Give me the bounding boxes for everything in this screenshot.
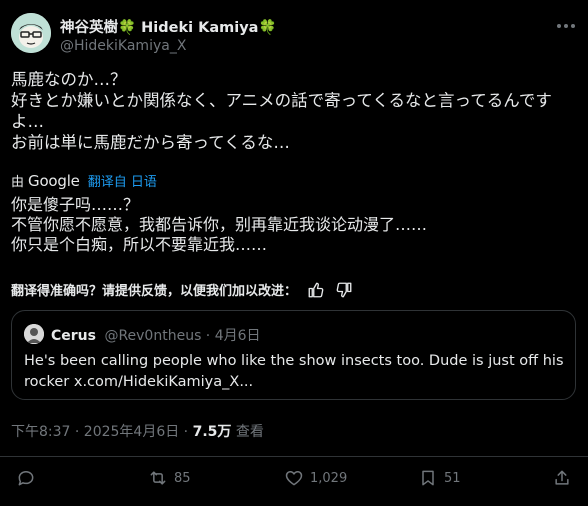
translation-line: 不管你愿不愿意，我都告诉你，别再靠近我谈论动漫了…… xyxy=(11,215,428,234)
post-timestamp[interactable]: 下午8:37 · 2025年4月6日 · xyxy=(11,424,193,440)
repost-count: 85 xyxy=(174,470,191,486)
post-detail: 神谷英樹🍀 Hideki Kamiya🍀 @HidekiKamiya_X 馬鹿な… xyxy=(0,0,588,506)
action-bar: 85 1,029 51 xyxy=(0,466,588,496)
quote-text-line: rocker x.com/HidekiKamiya_X... xyxy=(24,374,254,390)
thumbs-up-icon[interactable] xyxy=(307,281,325,299)
more-options-icon[interactable] xyxy=(554,18,578,34)
feedback-text: 翻译得准确吗？请提供反馈，以便我们加以改进： xyxy=(11,284,298,299)
translated-from-link[interactable]: 翻译自 日语 xyxy=(88,171,157,190)
quote-header: Cerus @Rev0ntheus · 4月6日 xyxy=(51,325,261,345)
like-count: 1,029 xyxy=(310,470,348,486)
translation-line: 你是傻子吗……？ xyxy=(11,195,140,214)
repost-button[interactable]: 85 xyxy=(148,468,191,488)
quote-author-avatar xyxy=(24,324,44,344)
clover-icon: 🍀 xyxy=(258,20,277,36)
divider xyxy=(0,456,588,457)
quoted-post[interactable]: Cerus @Rev0ntheus · 4月6日 He's been calli… xyxy=(11,310,576,400)
quote-author-name: Cerus xyxy=(51,328,96,344)
bookmark-button[interactable]: 51 xyxy=(418,468,461,488)
clover-icon: 🍀 xyxy=(118,20,137,36)
translation-text: 你是傻子吗……？ 不管你愿不愿意，我都告诉你，别再靠近我谈论动漫了…… 你只是个… xyxy=(11,195,579,255)
author-name-jp: 神谷英樹 xyxy=(60,20,118,36)
reply-icon xyxy=(18,471,34,486)
like-button[interactable]: 1,029 xyxy=(284,468,347,488)
author-avatar[interactable] xyxy=(11,13,51,53)
google-logo: Google xyxy=(28,171,80,190)
post-text-line: 馬鹿なのか…？ xyxy=(11,70,127,89)
thumbs-down-icon[interactable] xyxy=(335,281,353,299)
translation-line: 你只是个白痴，所以不要靠近我…… xyxy=(11,235,268,254)
bookmark-icon xyxy=(422,470,434,486)
author-display-name[interactable]: 神谷英樹🍀 Hideki Kamiya🍀 xyxy=(60,16,277,37)
post-metadata: 下午8:37 · 2025年4月6日 · 7.5万 查看 xyxy=(11,421,264,441)
quote-handle-date: @Rev0ntheus · 4月6日 xyxy=(104,328,261,344)
repost-icon xyxy=(150,471,166,485)
translated-by-bar: 由 Google 翻译自 日语 xyxy=(11,171,157,191)
view-count: 7.5万 xyxy=(192,424,232,440)
translation-feedback: 翻译得准确吗？请提供反馈，以便我们加以改进： xyxy=(11,280,353,299)
post-text-line: 好きとか嫌いとか関係なく、アニメの話で寄ってくるなと言ってるんです xyxy=(11,91,552,110)
bookmark-count: 51 xyxy=(444,470,461,486)
author-handle[interactable]: @HidekiKamiya_X xyxy=(60,38,186,54)
post-text: 馬鹿なのか…？ 好きとか嫌いとか関係なく、アニメの話で寄ってくるなと言ってるんで… xyxy=(11,69,579,153)
translated-by-prefix: 由 xyxy=(11,175,25,190)
share-button[interactable] xyxy=(552,468,572,488)
heart-icon xyxy=(285,471,303,486)
author-name-latin: Hideki Kamiya xyxy=(141,20,259,36)
reply-button[interactable] xyxy=(16,468,42,488)
quote-text-line: He's been calling people who like the sh… xyxy=(24,353,564,369)
post-text-line: お前は単に馬鹿だから寄ってくるな… xyxy=(11,133,290,152)
post-text-line: よ… xyxy=(11,112,44,131)
share-icon xyxy=(555,470,569,485)
quote-text: He's been calling people who like the sh… xyxy=(24,351,564,393)
views-label: 查看 xyxy=(231,424,264,440)
